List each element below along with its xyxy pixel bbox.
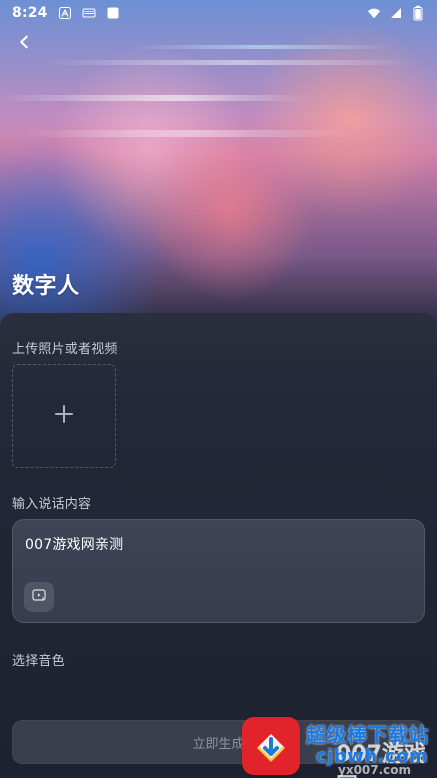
page-title: 数字人 bbox=[12, 274, 80, 299]
battery-icon bbox=[411, 5, 425, 21]
wifi-icon bbox=[367, 6, 381, 20]
generate-button-label: 立即生成 bbox=[192, 736, 245, 752]
speech-text-input[interactable]: 007游戏网亲测 bbox=[12, 519, 425, 623]
voice-section-label: 选择音色 bbox=[12, 654, 65, 669]
content-panel: 上传照片或者视频 输入说话内容 007游戏网亲测 选择音色 立即生成 bbox=[0, 313, 437, 778]
notification-a-icon bbox=[58, 6, 72, 20]
square-icon bbox=[106, 6, 120, 20]
app-screen: 8:24 数字人 上传照片或者视频 输入说话内容 007游戏网亲测 选择音色 立… bbox=[0, 0, 437, 778]
speech-text-value: 007游戏网亲测 bbox=[25, 537, 124, 553]
status-bar: 8:24 bbox=[0, 0, 437, 26]
signal-icon bbox=[389, 6, 403, 20]
speech-section-label: 输入说话内容 bbox=[12, 497, 92, 512]
back-button[interactable] bbox=[10, 30, 38, 58]
status-time: 8:24 bbox=[12, 5, 48, 21]
plus-icon bbox=[53, 403, 75, 429]
status-right bbox=[367, 5, 425, 21]
upload-media-box[interactable] bbox=[12, 364, 116, 468]
upload-section-label: 上传照片或者视频 bbox=[12, 342, 118, 357]
video-audio-icon bbox=[31, 587, 47, 607]
video-audio-button[interactable] bbox=[24, 582, 54, 612]
chevron-left-icon bbox=[15, 33, 33, 55]
status-left: 8:24 bbox=[12, 5, 120, 21]
keyboard-icon bbox=[82, 6, 96, 20]
generate-button[interactable]: 立即生成 bbox=[12, 720, 425, 764]
